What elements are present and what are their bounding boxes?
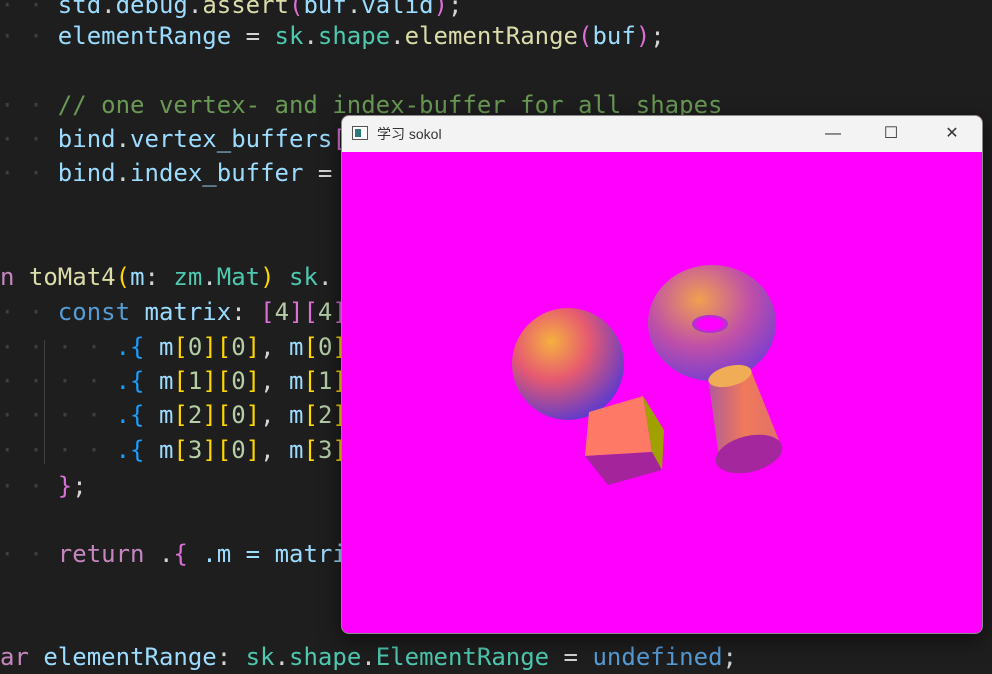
code-line: · · · · .{ m[1][0], m[1] <box>0 367 347 395</box>
minimize-button[interactable]: — <box>804 116 862 152</box>
maximize-button[interactable]: ☐ <box>862 116 920 152</box>
code-line: · · bind.vertex_buffers[ <box>0 125 347 153</box>
title-bar[interactable]: 学习 sokol — ☐ ✕ <box>342 116 982 152</box>
window-title: 学习 sokol <box>377 126 442 142</box>
torus-shape <box>648 265 776 381</box>
code-line: · · · · .{ m[0][0], m[0] <box>0 333 347 361</box>
sokol-app-window[interactable]: 学习 sokol — ☐ ✕ <box>341 115 983 634</box>
close-button[interactable]: ✕ <box>923 116 981 152</box>
cylinder-shape <box>708 364 783 474</box>
code-line: n toMat4(m: zm.Mat) sk. <box>0 263 333 291</box>
code-line: · · bind.index_buffer = <box>0 159 347 187</box>
code-line: · · elementRange = sk.shape.elementRange… <box>0 22 665 50</box>
code-line: · · · · .{ m[3][0], m[3] <box>0 436 347 464</box>
code-line: · · return .{ .m = matri <box>0 540 347 568</box>
code-line: · · · · .{ m[2][0], m[2] <box>0 401 347 429</box>
code-line: ar elementRange: sk.shape.ElementRange =… <box>0 643 737 671</box>
code-line: · · }; <box>0 472 87 500</box>
app-window-icon <box>352 126 368 140</box>
sphere-shape <box>512 308 624 420</box>
render-viewport[interactable] <box>342 152 982 633</box>
code-line: · · const matrix: [4][4] <box>0 298 347 326</box>
